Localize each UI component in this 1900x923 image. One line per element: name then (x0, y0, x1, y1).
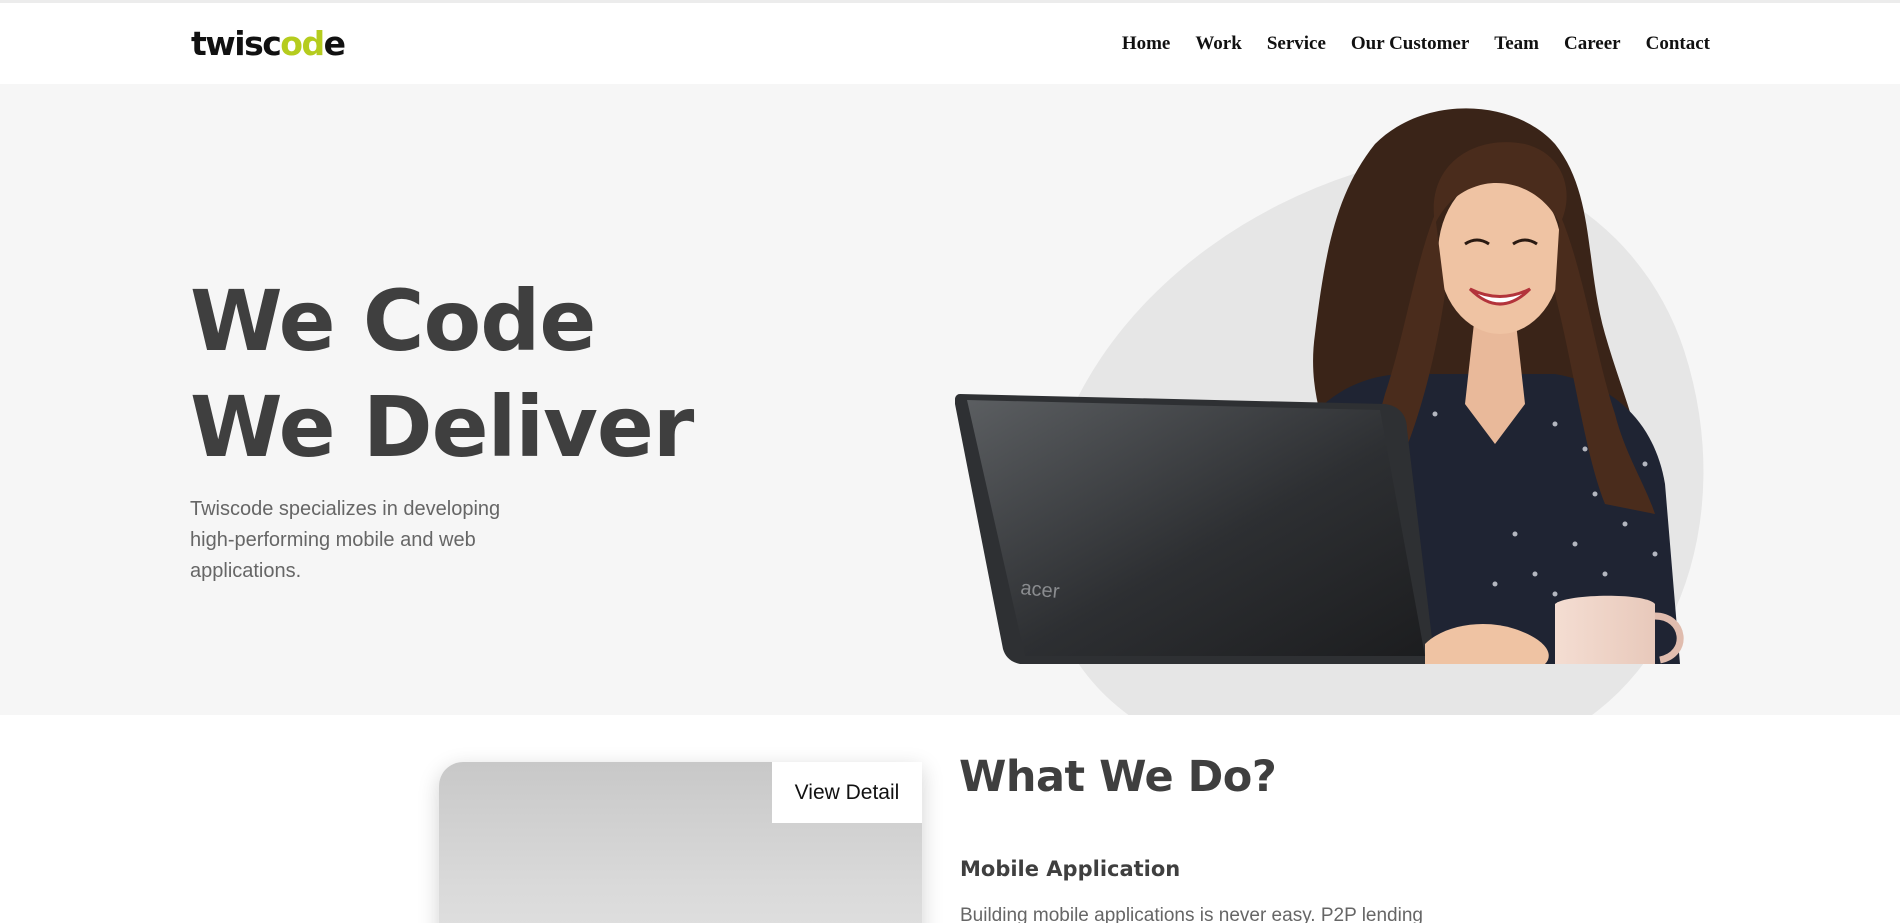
twiscode-logo[interactable]: twisc od e (191, 23, 346, 63)
what-we-do-title: What We Do? (959, 752, 1277, 802)
hero-section: We Code We Deliver Twiscode specializes … (0, 84, 1900, 715)
nav-work[interactable]: Work (1195, 33, 1241, 55)
main-nav: Home Work Service Our Customer Team Care… (1097, 33, 1710, 55)
nav-our-customer[interactable]: Our Customer (1351, 33, 1469, 55)
mobile-application-description: Building mobile applications is never ea… (960, 905, 1423, 923)
service-image-card[interactable]: View Detail (439, 762, 922, 923)
nav-career[interactable]: Career (1564, 33, 1621, 55)
nav-service[interactable]: Service (1267, 33, 1326, 55)
logo-accent-text: od (280, 23, 325, 63)
logo-text-end: e (323, 23, 346, 63)
hero-title-line-2: We Deliver (190, 378, 694, 476)
hero-description: Twiscode specializes in developing high-… (190, 498, 501, 582)
site-header: twisc od e Home Work Service Our Customer … (0, 3, 1900, 84)
hero-title-line-1: We Code (190, 272, 596, 370)
nav-contact[interactable]: Contact (1646, 33, 1710, 55)
svg-text:acer: acer (1019, 577, 1060, 603)
logo-text: twisc (191, 23, 282, 63)
mobile-application-title: Mobile Application (960, 857, 1181, 881)
woman-with-laptop-photo: acer (955, 108, 1684, 664)
view-detail-button[interactable]: View Detail (772, 762, 922, 823)
hero-title: We Code We Deliver (190, 268, 694, 480)
nav-home[interactable]: Home (1122, 33, 1171, 55)
nav-team[interactable]: Team (1494, 33, 1539, 55)
